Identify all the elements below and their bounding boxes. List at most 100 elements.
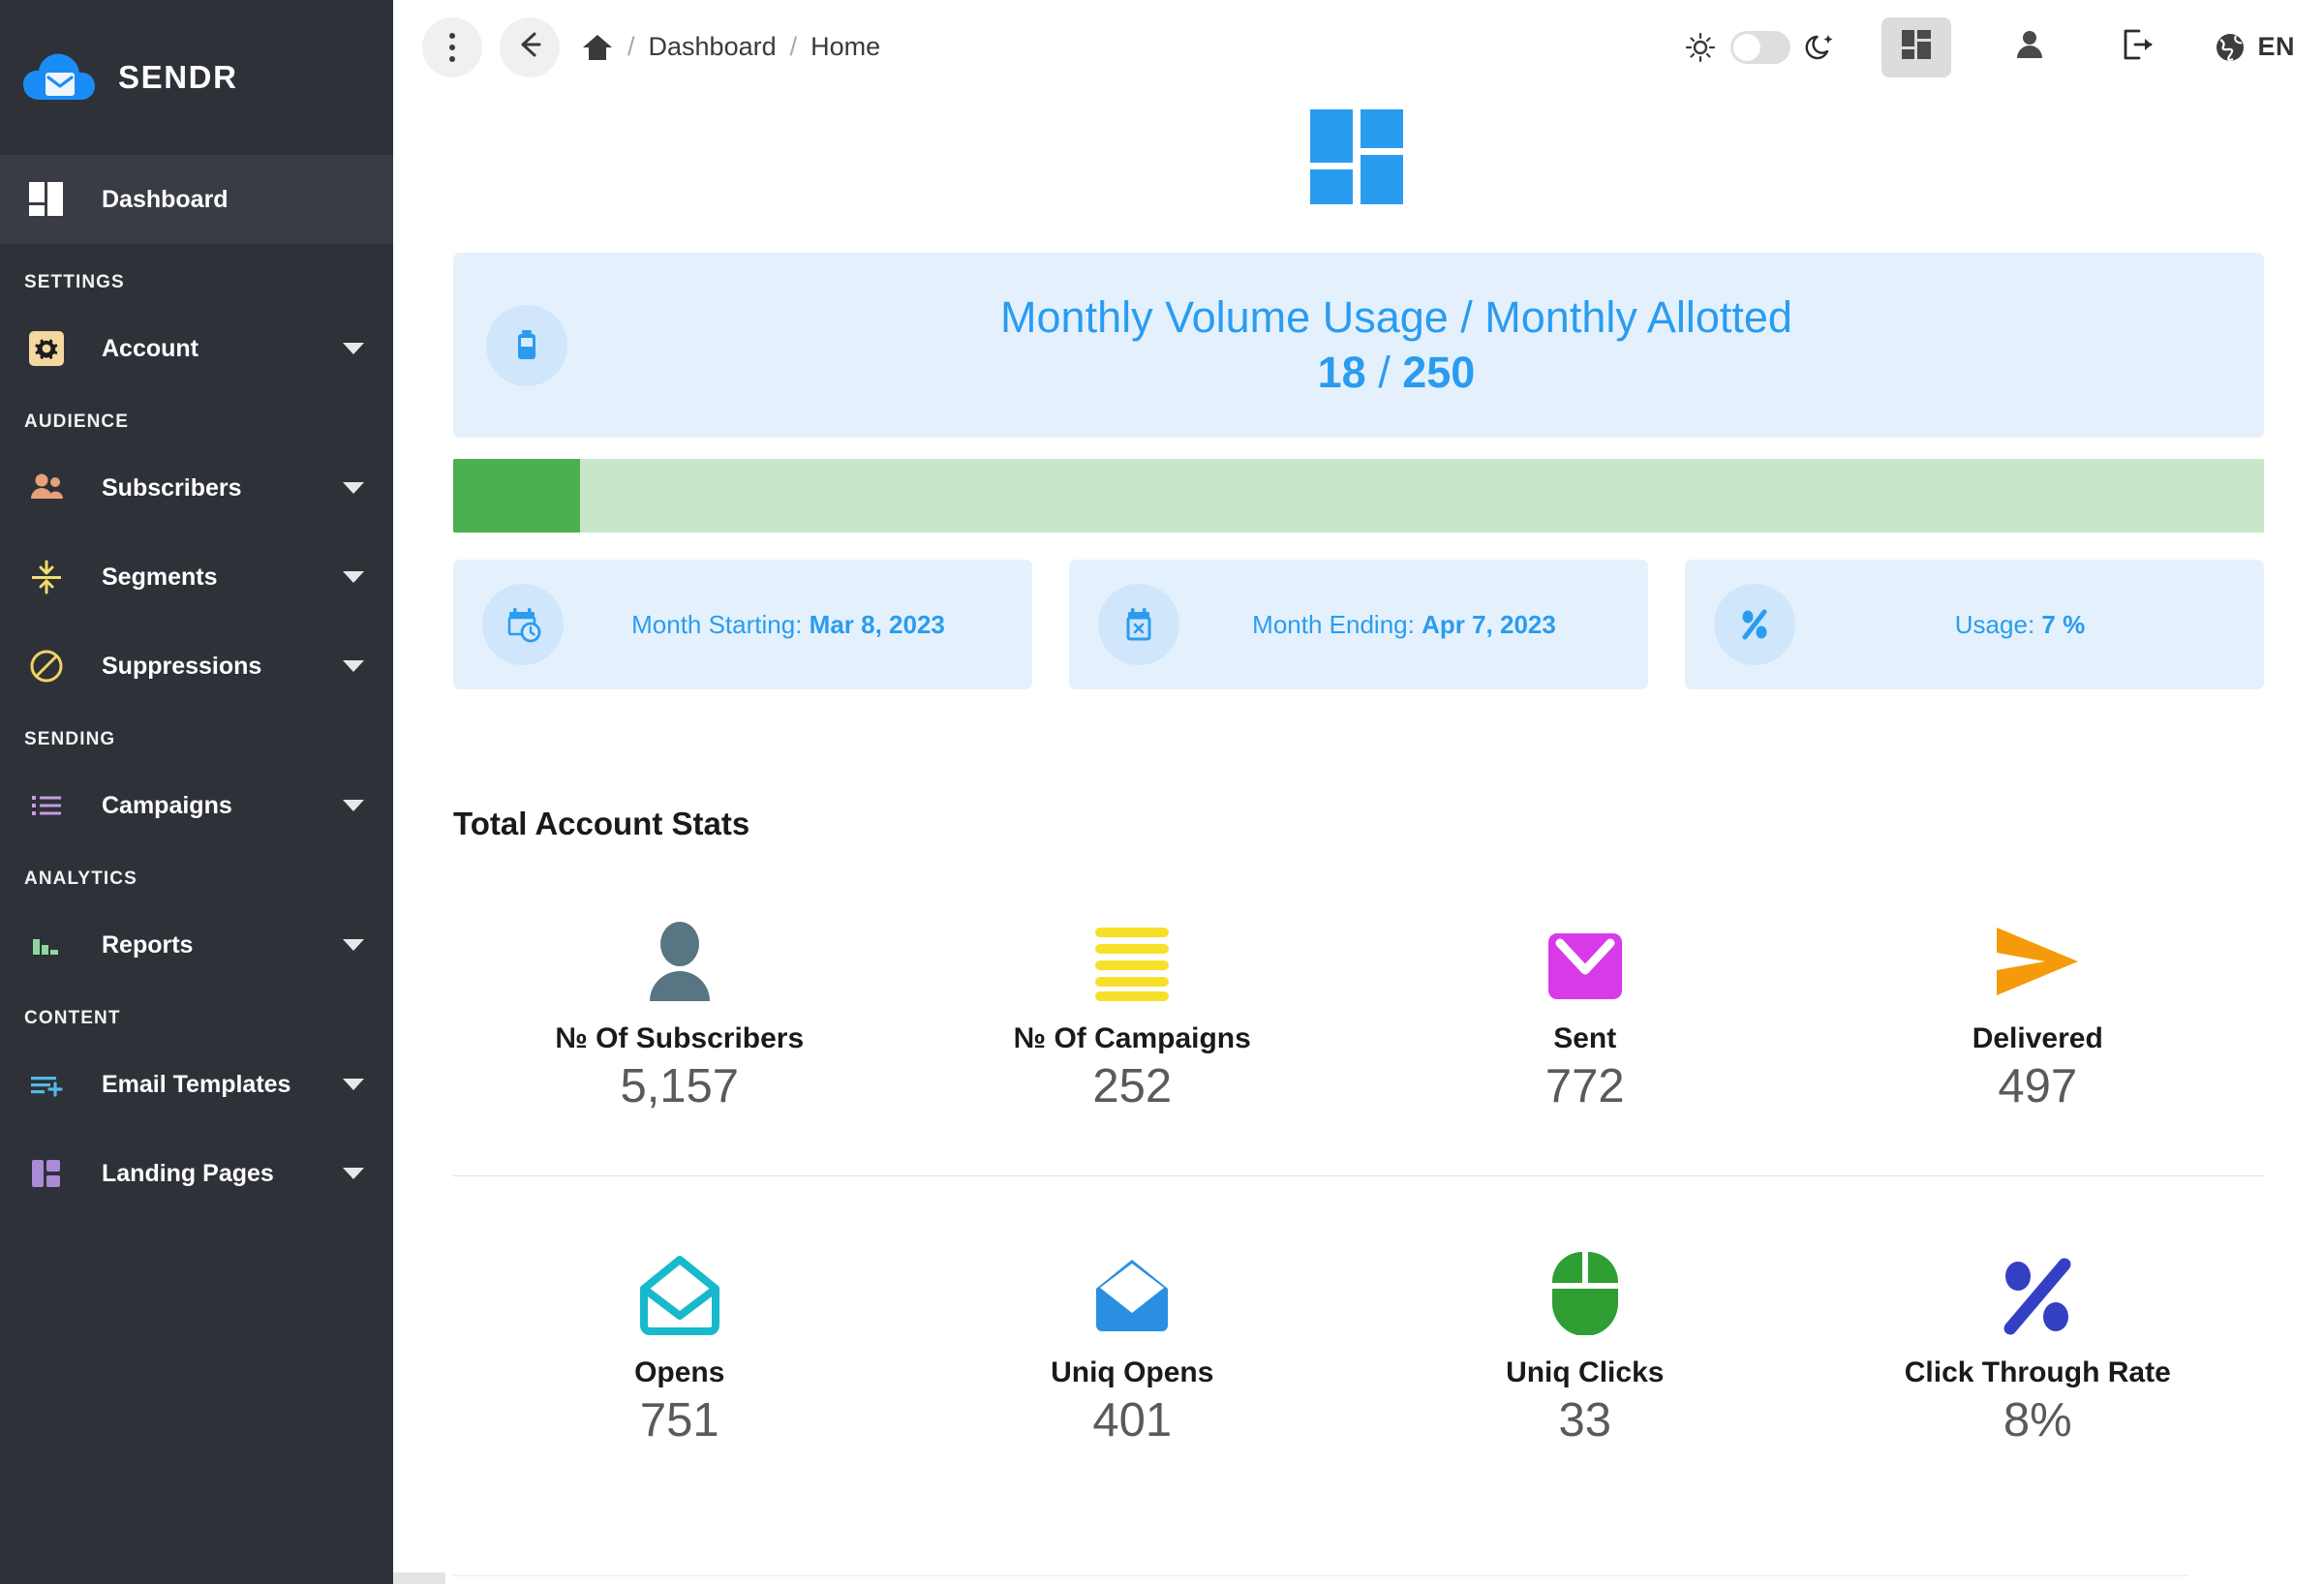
percent-bold-icon xyxy=(1997,1246,2078,1335)
list-bullets-icon xyxy=(24,787,69,824)
person-icon xyxy=(644,912,716,1001)
stat-label: Delivered xyxy=(1972,1022,2103,1054)
breadcrumb-separator: / xyxy=(789,32,798,61)
kebab-menu-icon xyxy=(449,32,455,62)
stat-value: 252 xyxy=(1092,1060,1173,1112)
stats-title: Total Account Stats xyxy=(453,806,750,841)
stat-click-through-rate: Click Through Rate 8% xyxy=(1812,1246,2265,1447)
chevron-down-icon[interactable] xyxy=(343,939,364,951)
usage-title: Monthly Volume Usage / Monthly Allotted xyxy=(1000,292,1792,343)
info-card-month-ending: Month Ending: Apr 7, 2023 xyxy=(1069,560,1648,689)
segments-arrows-icon xyxy=(24,559,69,595)
sidebar-item-landing-pages[interactable]: Landing Pages xyxy=(0,1129,393,1218)
stat-value: 751 xyxy=(639,1394,719,1447)
chevron-down-icon[interactable] xyxy=(343,800,364,811)
sidebar-item-suppressions[interactable]: Suppressions xyxy=(0,622,393,711)
grid-logo-icon xyxy=(1310,109,1407,204)
sidebar-section-settings: SETTINGS xyxy=(24,272,125,292)
theme-toggle[interactable] xyxy=(1684,30,1837,64)
gear-icon xyxy=(24,330,69,367)
cloud-mail-icon xyxy=(21,47,97,107)
chevron-down-icon[interactable] xyxy=(343,571,364,583)
back-button[interactable] xyxy=(500,16,560,77)
sidebar-item-label: Segments xyxy=(102,563,218,591)
sidebar-item-label: Account xyxy=(102,334,199,362)
breadcrumb-dashboard[interactable]: Dashboard xyxy=(649,32,777,62)
sidebar-section-content: CONTENT xyxy=(24,1008,121,1028)
people-icon xyxy=(24,470,69,506)
sun-icon xyxy=(1684,31,1717,64)
stat-subscribers: № Of Subscribers 5,157 xyxy=(453,912,906,1113)
bottom-divider xyxy=(453,1575,2188,1576)
brand-name: SENDR xyxy=(118,59,238,95)
stat-label: № Of Subscribers xyxy=(555,1022,805,1054)
moon-star-icon xyxy=(1804,31,1837,64)
sidebar-item-campaigns[interactable]: Campaigns xyxy=(0,761,393,850)
home-icon[interactable] xyxy=(581,31,614,64)
usage-separator: / xyxy=(1378,347,1391,397)
breadcrumb-home[interactable]: Home xyxy=(810,32,880,62)
hero-logo-wrap xyxy=(393,109,2324,204)
chevron-down-icon[interactable] xyxy=(343,1168,364,1179)
topbar-actions: EN xyxy=(1684,16,2295,77)
info-card-value: Apr 7, 2023 xyxy=(1422,609,1556,639)
usage-progress-track xyxy=(453,459,2264,533)
usage-used: 18 xyxy=(1317,347,1366,397)
stat-uniq-opens: Uniq Opens 401 xyxy=(906,1246,1360,1447)
sidebar-item-dashboard[interactable]: Dashboard xyxy=(0,155,393,244)
sidebar-item-label: Campaigns xyxy=(102,791,232,819)
stat-label: Click Through Rate xyxy=(1904,1356,2171,1388)
sidebar-item-reports[interactable]: Reports xyxy=(0,900,393,990)
stats-row-2: Opens 751 Uniq Opens 401 Uniq Clicks 33 … xyxy=(453,1176,2264,1447)
bar-chart-icon xyxy=(24,927,69,963)
usage-progress-fill xyxy=(453,459,580,533)
stat-label: Opens xyxy=(634,1356,725,1388)
profile-button[interactable] xyxy=(2002,19,2058,76)
kebab-menu-button[interactable] xyxy=(422,16,482,77)
breadcrumb-separator: / xyxy=(627,32,635,61)
usage-banner: Monthly Volume Usage / Monthly Allotted … xyxy=(453,253,2264,438)
info-card-value: Mar 8, 2023 xyxy=(809,609,945,639)
stat-value: 401 xyxy=(1092,1394,1173,1447)
stat-label: № Of Campaigns xyxy=(1013,1022,1251,1054)
sidebar-section-sending: SENDING xyxy=(24,729,116,749)
envelope-open-icon xyxy=(638,1246,721,1335)
stat-delivered: Delivered 497 xyxy=(1812,912,2265,1113)
language-label: EN xyxy=(2257,32,2295,61)
info-card-row: Month Starting: Mar 8, 2023 Month Ending… xyxy=(453,560,2264,689)
theme-switch[interactable] xyxy=(1730,30,1791,64)
stat-campaigns: № Of Campaigns 252 xyxy=(906,912,1360,1113)
arrow-left-icon xyxy=(513,28,546,66)
sidebar-item-account[interactable]: Account xyxy=(0,304,393,393)
grid-dashboard-icon xyxy=(24,180,69,219)
language-selector[interactable]: EN xyxy=(2213,30,2295,65)
sidebar-item-label: Dashboard xyxy=(102,185,229,213)
sidebar-section-analytics: ANALYTICS xyxy=(24,868,138,889)
logout-button[interactable] xyxy=(2110,19,2166,76)
usage-text: Monthly Volume Usage / Monthly Allotted … xyxy=(529,290,2264,400)
sidebar-item-subscribers[interactable]: Subscribers xyxy=(0,443,393,533)
block-circle-icon xyxy=(24,648,69,685)
globe-icon xyxy=(2213,30,2248,65)
stats-row-1: № Of Subscribers 5,157 № Of Campaigns 25… xyxy=(453,842,2264,1113)
sidebar-item-segments[interactable]: Segments xyxy=(0,533,393,622)
info-card-value: 7 % xyxy=(2041,609,2086,639)
logout-icon xyxy=(2120,26,2156,68)
chevron-down-icon[interactable] xyxy=(343,1079,364,1090)
breadcrumb: / Dashboard / Home xyxy=(581,31,880,64)
person-icon xyxy=(2012,27,2047,67)
stat-sent: Sent 772 xyxy=(1359,912,1812,1113)
sidebar-item-email-templates[interactable]: Email Templates xyxy=(0,1040,393,1129)
apps-grid-button[interactable] xyxy=(1881,16,1952,77)
info-card-usage: Usage: 7 % xyxy=(1685,560,2264,689)
chevron-down-icon[interactable] xyxy=(343,343,364,354)
chevron-down-icon[interactable] xyxy=(343,482,364,494)
topbar: / Dashboard / Home EN xyxy=(393,0,2324,94)
info-card-month-starting: Month Starting: Mar 8, 2023 xyxy=(453,560,1032,689)
info-card-label: Usage: xyxy=(1954,609,2035,639)
chevron-down-icon[interactable] xyxy=(343,660,364,672)
brand-header: SENDR xyxy=(0,0,393,155)
